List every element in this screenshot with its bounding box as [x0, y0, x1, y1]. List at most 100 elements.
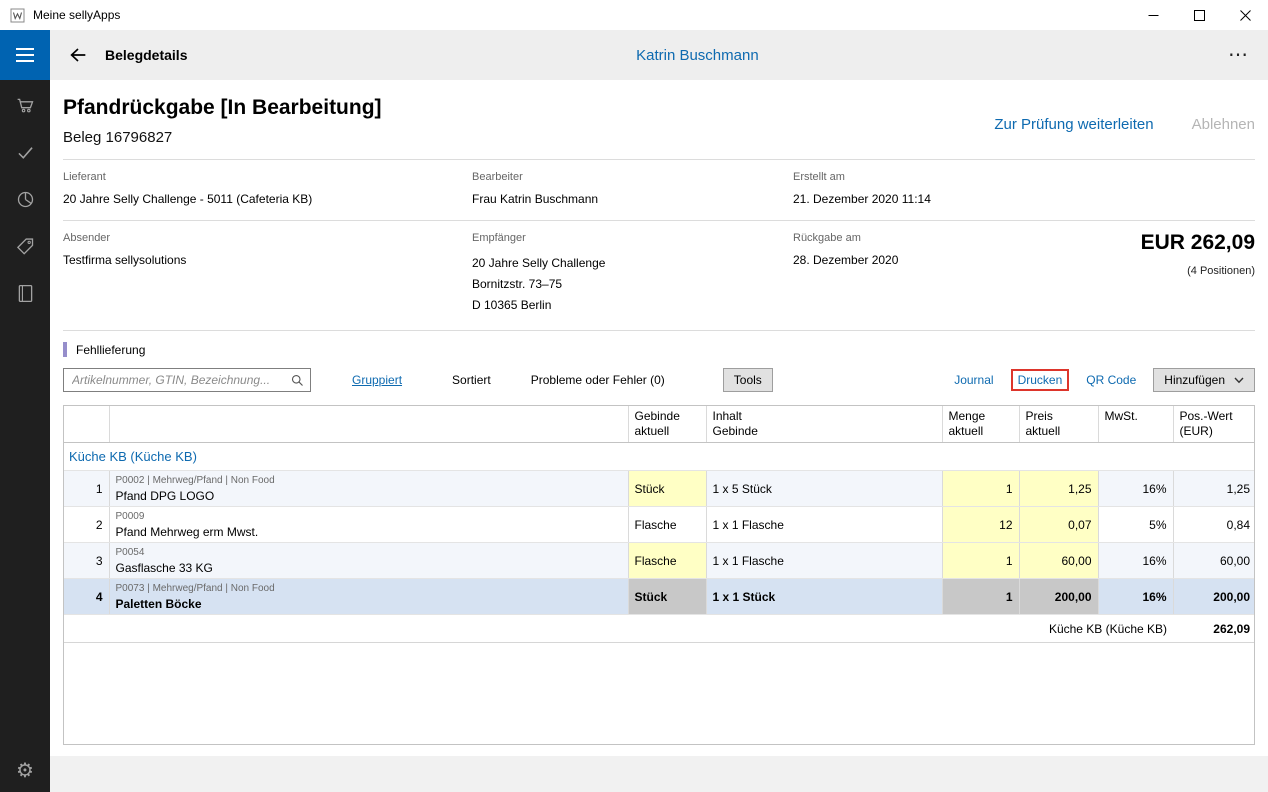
col-menge-header: Menge aktuell — [942, 406, 1019, 443]
close-button[interactable] — [1222, 0, 1268, 30]
wert-cell: 60,00 — [1173, 543, 1255, 579]
probleme-fehler-toggle[interactable]: Probleme oder Fehler (0) — [531, 373, 665, 387]
menge-cell[interactable]: 1 — [942, 543, 1019, 579]
bottom-strip — [50, 756, 1268, 792]
menge-cell[interactable]: 1 — [942, 471, 1019, 507]
window-titlebar: Meine sellyApps — [0, 0, 1268, 30]
wert-cell: 200,00 — [1173, 579, 1255, 615]
qr-code-link[interactable]: QR Code — [1086, 373, 1136, 387]
tag-icon — [15, 236, 36, 257]
sidebar-item-cart[interactable] — [0, 82, 50, 129]
article-name: Paletten Böcke — [116, 597, 622, 611]
hamburger-menu-button[interactable] — [0, 30, 50, 80]
article-name: Pfand Mehrweg erm Mwst. — [116, 525, 622, 539]
total-amount: EUR 262,09 — [1141, 231, 1255, 255]
main-content: Pfandrückgabe [In Bearbeitung] Beleg 167… — [50, 80, 1268, 792]
check-icon — [15, 142, 36, 163]
preis-cell[interactable]: 200,00 — [1019, 579, 1098, 615]
book-icon — [15, 283, 36, 304]
info-row-1: Lieferant 20 Jahre Selly Challenge - 501… — [63, 160, 1255, 220]
col-inhalt-header: Inhalt Gebinde — [706, 406, 942, 443]
col-article-header — [109, 406, 628, 443]
delivery-tag-row: Fehllieferung — [63, 331, 1255, 365]
inhalt-cell: 1 x 1 Stück — [706, 579, 942, 615]
absender-value: Testfirma sellysolutions — [63, 253, 472, 268]
hamburger-icon — [16, 48, 34, 50]
gruppiert-toggle[interactable]: Gruppiert — [352, 373, 402, 387]
chevron-down-icon — [1234, 377, 1244, 384]
bearbeiter-value: Frau Katrin Buschmann — [472, 192, 793, 207]
article-search — [63, 368, 311, 392]
wert-cell: 0,84 — [1173, 507, 1255, 543]
search-input[interactable] — [63, 368, 311, 392]
positions-table-container: Gebinde aktuell Inhalt Gebinde Menge akt… — [63, 405, 1255, 745]
inhalt-cell: 1 x 1 Flasche — [706, 543, 942, 579]
more-options-icon[interactable]: ⋯ — [1228, 45, 1250, 65]
article-code: P0009 — [116, 511, 622, 523]
sortiert-toggle[interactable]: Sortiert — [452, 373, 491, 387]
gebinde-cell[interactable]: Stück — [628, 471, 706, 507]
table-header-row: Gebinde aktuell Inhalt Gebinde Menge akt… — [64, 406, 1255, 443]
table-row[interactable]: 1 P0002 | Mehrweg/Pfand | Non Food Pfand… — [64, 471, 1255, 507]
article-code: P0002 | Mehrweg/Pfand | Non Food — [116, 475, 622, 487]
inhalt-cell: 1 x 1 Flasche — [706, 507, 942, 543]
menge-cell[interactable]: 1 — [942, 579, 1019, 615]
gebinde-cell[interactable]: Flasche — [628, 507, 706, 543]
app-header-bar: Belegdetails Katrin Buschmann ⋯ — [0, 30, 1268, 80]
info-row-2: Absender Testfirma sellysolutions Empfän… — [63, 221, 1255, 330]
fehllieferung-tag: Fehllieferung — [76, 343, 145, 357]
current-user-link[interactable]: Katrin Buschmann — [636, 47, 759, 64]
pie-chart-icon — [15, 189, 36, 210]
tools-button[interactable]: Tools — [723, 368, 773, 392]
gebinde-cell[interactable]: Flasche — [628, 543, 706, 579]
col-gebinde-header: Gebinde aktuell — [628, 406, 706, 443]
bearbeiter-label: Bearbeiter — [472, 171, 793, 183]
app-icon — [10, 8, 25, 23]
sidebar-item-tasks[interactable] — [0, 129, 50, 176]
reject-button[interactable]: Ablehnen — [1192, 116, 1255, 159]
col-mwst-header: MwSt. — [1098, 406, 1173, 443]
empfaenger-value: 20 Jahre Selly Challenge Bornitzstr. 73–… — [472, 253, 793, 316]
gear-icon: ⚙ — [16, 758, 34, 783]
table-row-selected[interactable]: 4 P0073 | Mehrweg/Pfand | Non Food Palet… — [64, 579, 1255, 615]
col-num-header — [64, 406, 109, 443]
table-row[interactable]: 2 P0009 Pfand Mehrweg erm Mwst. Flasche … — [64, 507, 1255, 543]
sidebar-item-journal[interactable] — [0, 270, 50, 317]
gebinde-cell[interactable]: Stück — [628, 579, 706, 615]
wert-cell: 1,25 — [1173, 471, 1255, 507]
maximize-button[interactable] — [1176, 0, 1222, 30]
back-button[interactable] — [61, 38, 95, 72]
forward-for-review-button[interactable]: Zur Prüfung weiterleiten — [994, 116, 1153, 159]
article-name: Gasflasche 33 KG — [116, 561, 622, 575]
erstellt-am-label: Erstellt am — [793, 171, 1255, 183]
menge-cell[interactable]: 12 — [942, 507, 1019, 543]
preis-cell[interactable]: 1,25 — [1019, 471, 1098, 507]
preis-cell[interactable]: 60,00 — [1019, 543, 1098, 579]
sidebar-item-statistics[interactable] — [0, 176, 50, 223]
group-total-row: Küche KB (Küche KB) 262,09 — [64, 615, 1255, 643]
drucken-highlight-box: Drucken — [1011, 369, 1070, 391]
window-controls — [1130, 0, 1268, 30]
search-icon[interactable] — [290, 373, 305, 391]
absender-label: Absender — [63, 232, 472, 244]
document-header: Pfandrückgabe [In Bearbeitung] Beleg 167… — [63, 80, 1255, 159]
positions-toolbar: Gruppiert Sortiert Probleme oder Fehler … — [63, 367, 1255, 393]
document-title: Pfandrückgabe [In Bearbeitung] — [63, 96, 382, 120]
window-title: Meine sellyApps — [33, 8, 120, 22]
sidebar-item-tags[interactable] — [0, 223, 50, 270]
sidebar: ⚙ — [0, 80, 50, 792]
group-header-row: Küche KB (Küche KB) — [64, 443, 1255, 471]
mwst-cell: 5% — [1098, 507, 1173, 543]
preis-cell[interactable]: 0,07 — [1019, 507, 1098, 543]
hinzufuegen-button[interactable]: Hinzufügen — [1153, 368, 1255, 392]
group-label: Küche KB (Küche KB) — [64, 443, 1255, 471]
settings-button[interactable]: ⚙ — [0, 748, 50, 792]
document-number: Beleg 16796827 — [63, 129, 382, 146]
minimize-button[interactable] — [1130, 0, 1176, 30]
table-row[interactable]: 3 P0054 Gasflasche 33 KG Flasche 1 x 1 F… — [64, 543, 1255, 579]
group-total-label: Küche KB (Küche KB) — [64, 615, 1173, 643]
article-name: Pfand DPG LOGO — [116, 489, 622, 503]
journal-link[interactable]: Journal — [954, 373, 993, 387]
drucken-link[interactable]: Drucken — [1018, 373, 1063, 387]
lieferant-value: 20 Jahre Selly Challenge - 5011 (Cafeter… — [63, 192, 472, 207]
